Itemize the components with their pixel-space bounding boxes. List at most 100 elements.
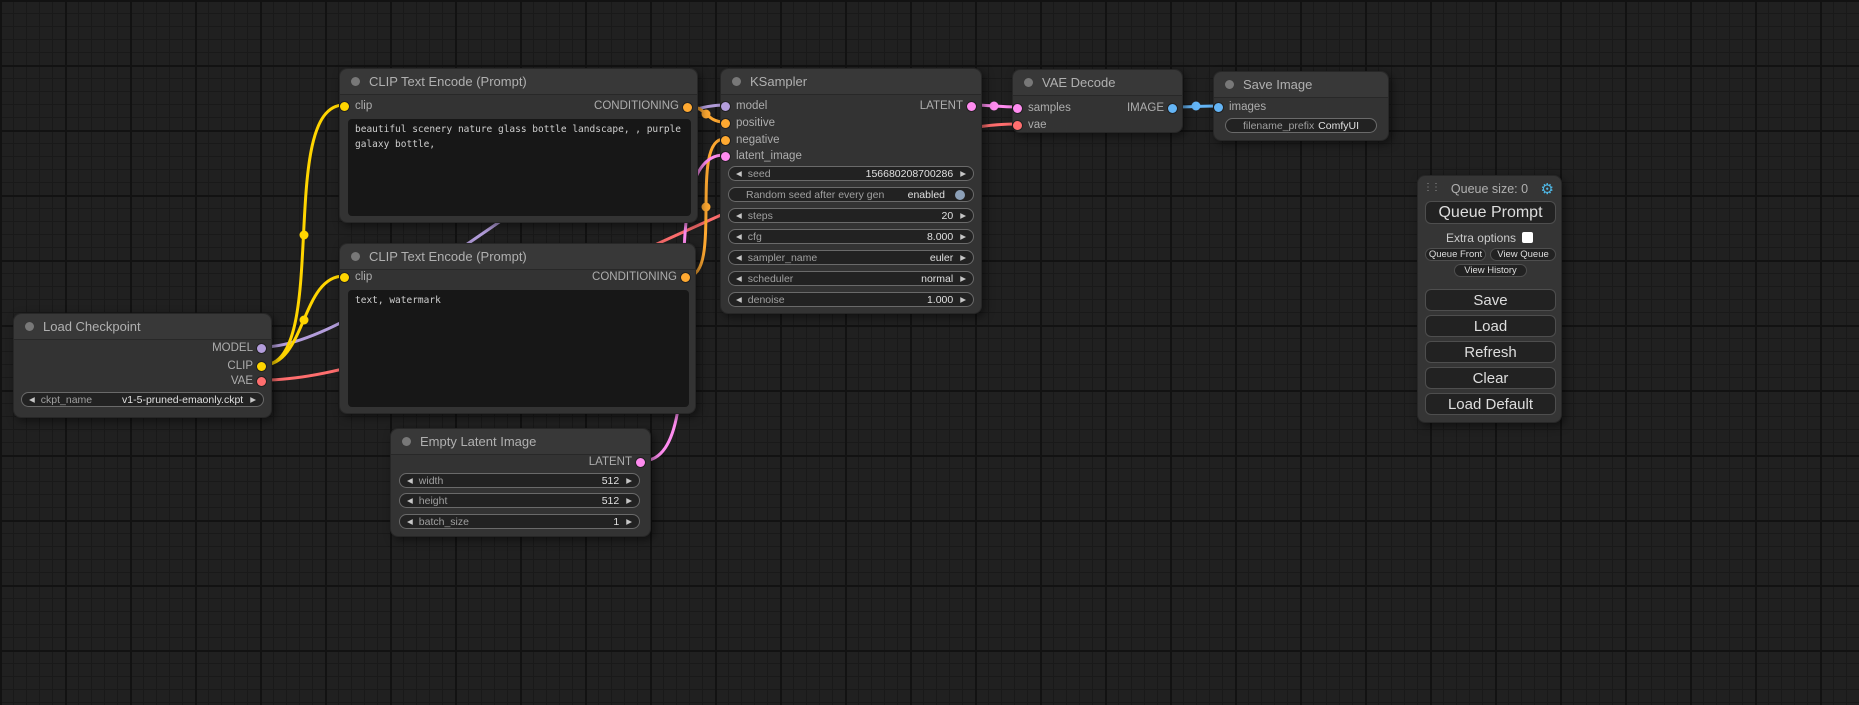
- cfg-widget[interactable]: cfg 8.000: [728, 229, 974, 244]
- widget-value[interactable]: ComfyUI: [1318, 120, 1359, 132]
- node-title-bar[interactable]: Load Checkpoint: [14, 314, 271, 340]
- input-port-clip[interactable]: [340, 102, 349, 111]
- decrement-arrow-icon[interactable]: [736, 275, 742, 283]
- node-title-bar[interactable]: Save Image: [1214, 72, 1388, 98]
- node-graph-canvas[interactable]: Load Checkpoint MODEL CLIP VAE ckpt_name…: [0, 0, 1859, 705]
- load-button[interactable]: Load: [1425, 315, 1556, 337]
- node-vae-decode[interactable]: VAE Decode samples vae IMAGE: [1012, 69, 1183, 133]
- widget-value[interactable]: 1.000: [927, 294, 953, 306]
- input-port-latent-image[interactable]: [721, 152, 730, 161]
- input-port-samples[interactable]: [1013, 104, 1022, 113]
- batch-size-widget[interactable]: batch_size 1: [399, 514, 640, 529]
- node-load-checkpoint[interactable]: Load Checkpoint MODEL CLIP VAE ckpt_name…: [13, 313, 272, 418]
- queue-front-button[interactable]: Queue Front: [1425, 248, 1486, 261]
- decrement-arrow-icon[interactable]: [736, 296, 742, 304]
- output-port-vae[interactable]: [257, 377, 266, 386]
- increment-arrow-icon[interactable]: [960, 275, 966, 283]
- prompt-textarea[interactable]: beautiful scenery nature glass bottle la…: [348, 119, 691, 216]
- collapse-dot-icon[interactable]: [351, 252, 360, 261]
- decrement-arrow-icon[interactable]: [736, 254, 742, 262]
- node-save-image[interactable]: Save Image images filename_prefix ComfyU…: [1213, 71, 1389, 141]
- scheduler-widget[interactable]: scheduler normal: [728, 271, 974, 286]
- increment-arrow-icon[interactable]: [626, 477, 632, 485]
- output-port-conditioning[interactable]: [683, 103, 692, 112]
- refresh-button[interactable]: Refresh: [1425, 341, 1556, 363]
- node-clip-text-encode-negative[interactable]: CLIP Text Encode (Prompt) clip CONDITION…: [339, 243, 696, 414]
- queue-panel-header[interactable]: Queue size: 0: [1418, 181, 1561, 199]
- collapse-dot-icon[interactable]: [1225, 80, 1234, 89]
- seed-widget[interactable]: seed 156680208700286: [728, 166, 974, 181]
- collapse-dot-icon[interactable]: [351, 77, 360, 86]
- widget-value[interactable]: 512: [602, 475, 620, 487]
- increment-arrow-icon[interactable]: [626, 518, 632, 526]
- output-port-latent[interactable]: [636, 458, 645, 467]
- output-port-conditioning[interactable]: [681, 273, 690, 282]
- filename-prefix-widget[interactable]: filename_prefix ComfyUI: [1225, 118, 1377, 133]
- height-widget[interactable]: height 512: [399, 493, 640, 508]
- collapse-dot-icon[interactable]: [1024, 78, 1033, 87]
- input-port-clip[interactable]: [340, 273, 349, 282]
- increment-arrow-icon[interactable]: [960, 170, 966, 178]
- node-title-bar[interactable]: Empty Latent Image: [391, 429, 650, 455]
- decrement-arrow-icon[interactable]: [407, 497, 413, 505]
- widget-value[interactable]: 8.000: [927, 231, 953, 243]
- node-title-bar[interactable]: CLIP Text Encode (Prompt): [340, 69, 697, 95]
- increment-arrow-icon[interactable]: [960, 233, 966, 241]
- output-label: VAE: [231, 375, 253, 387]
- widget-value[interactable]: 512: [602, 495, 620, 507]
- decrement-arrow-icon[interactable]: [29, 396, 35, 404]
- queue-prompt-button[interactable]: Queue Prompt: [1425, 201, 1556, 224]
- input-port-vae[interactable]: [1013, 121, 1022, 130]
- increment-arrow-icon[interactable]: [960, 212, 966, 220]
- increment-arrow-icon[interactable]: [960, 254, 966, 262]
- widget-value[interactable]: v1-5-pruned-emaonly.ckpt: [122, 394, 243, 406]
- output-port-image[interactable]: [1168, 104, 1177, 113]
- widget-value[interactable]: normal: [921, 273, 953, 285]
- increment-arrow-icon[interactable]: [626, 497, 632, 505]
- node-clip-text-encode-positive[interactable]: CLIP Text Encode (Prompt) clip CONDITION…: [339, 68, 698, 223]
- widget-value[interactable]: euler: [930, 252, 953, 264]
- save-button[interactable]: Save: [1425, 289, 1556, 311]
- input-port-positive[interactable]: [721, 119, 730, 128]
- increment-arrow-icon[interactable]: [960, 296, 966, 304]
- queue-panel[interactable]: Queue size: 0 Queue Prompt Extra options…: [1417, 175, 1562, 423]
- ckpt-name-widget[interactable]: ckpt_name v1-5-pruned-emaonly.ckpt: [21, 392, 264, 407]
- output-port-model[interactable]: [257, 344, 266, 353]
- view-queue-button[interactable]: View Queue: [1490, 248, 1556, 261]
- input-port-model[interactable]: [721, 102, 730, 111]
- sampler-name-widget[interactable]: sampler_name euler: [728, 250, 974, 265]
- output-port-clip[interactable]: [257, 362, 266, 371]
- collapse-dot-icon[interactable]: [25, 322, 34, 331]
- decrement-arrow-icon[interactable]: [407, 477, 413, 485]
- widget-value[interactable]: 20: [942, 210, 954, 222]
- node-title-bar[interactable]: VAE Decode: [1013, 70, 1182, 96]
- input-port-negative[interactable]: [721, 136, 730, 145]
- settings-gear-icon[interactable]: [1541, 181, 1554, 199]
- node-ksampler[interactable]: KSampler model positive negative latent_…: [720, 68, 982, 314]
- widget-value[interactable]: 156680208700286: [866, 168, 954, 180]
- load-default-button[interactable]: Load Default: [1425, 393, 1556, 415]
- widget-value[interactable]: 1: [613, 516, 619, 528]
- random-seed-toggle-widget[interactable]: Random seed after every gen enabled: [728, 187, 974, 202]
- node-title-bar[interactable]: CLIP Text Encode (Prompt): [340, 244, 695, 270]
- view-history-button[interactable]: View History: [1454, 264, 1527, 277]
- prompt-textarea[interactable]: text, watermark: [348, 290, 689, 407]
- decrement-arrow-icon[interactable]: [736, 233, 742, 241]
- node-empty-latent-image[interactable]: Empty Latent Image LATENT width 512 heig…: [390, 428, 651, 537]
- decrement-arrow-icon[interactable]: [736, 170, 742, 178]
- toggle-dot-icon[interactable]: [955, 190, 965, 200]
- input-port-images[interactable]: [1214, 103, 1223, 112]
- widget-value[interactable]: enabled: [908, 189, 945, 201]
- decrement-arrow-icon[interactable]: [407, 518, 413, 526]
- collapse-dot-icon[interactable]: [402, 437, 411, 446]
- extra-options-checkbox[interactable]: [1522, 232, 1533, 243]
- width-widget[interactable]: width 512: [399, 473, 640, 488]
- collapse-dot-icon[interactable]: [732, 77, 741, 86]
- steps-widget[interactable]: steps 20: [728, 208, 974, 223]
- increment-arrow-icon[interactable]: [250, 396, 256, 404]
- decrement-arrow-icon[interactable]: [736, 212, 742, 220]
- denoise-widget[interactable]: denoise 1.000: [728, 292, 974, 307]
- clear-button[interactable]: Clear: [1425, 367, 1556, 389]
- output-port-latent[interactable]: [967, 102, 976, 111]
- node-title-bar[interactable]: KSampler: [721, 69, 981, 95]
